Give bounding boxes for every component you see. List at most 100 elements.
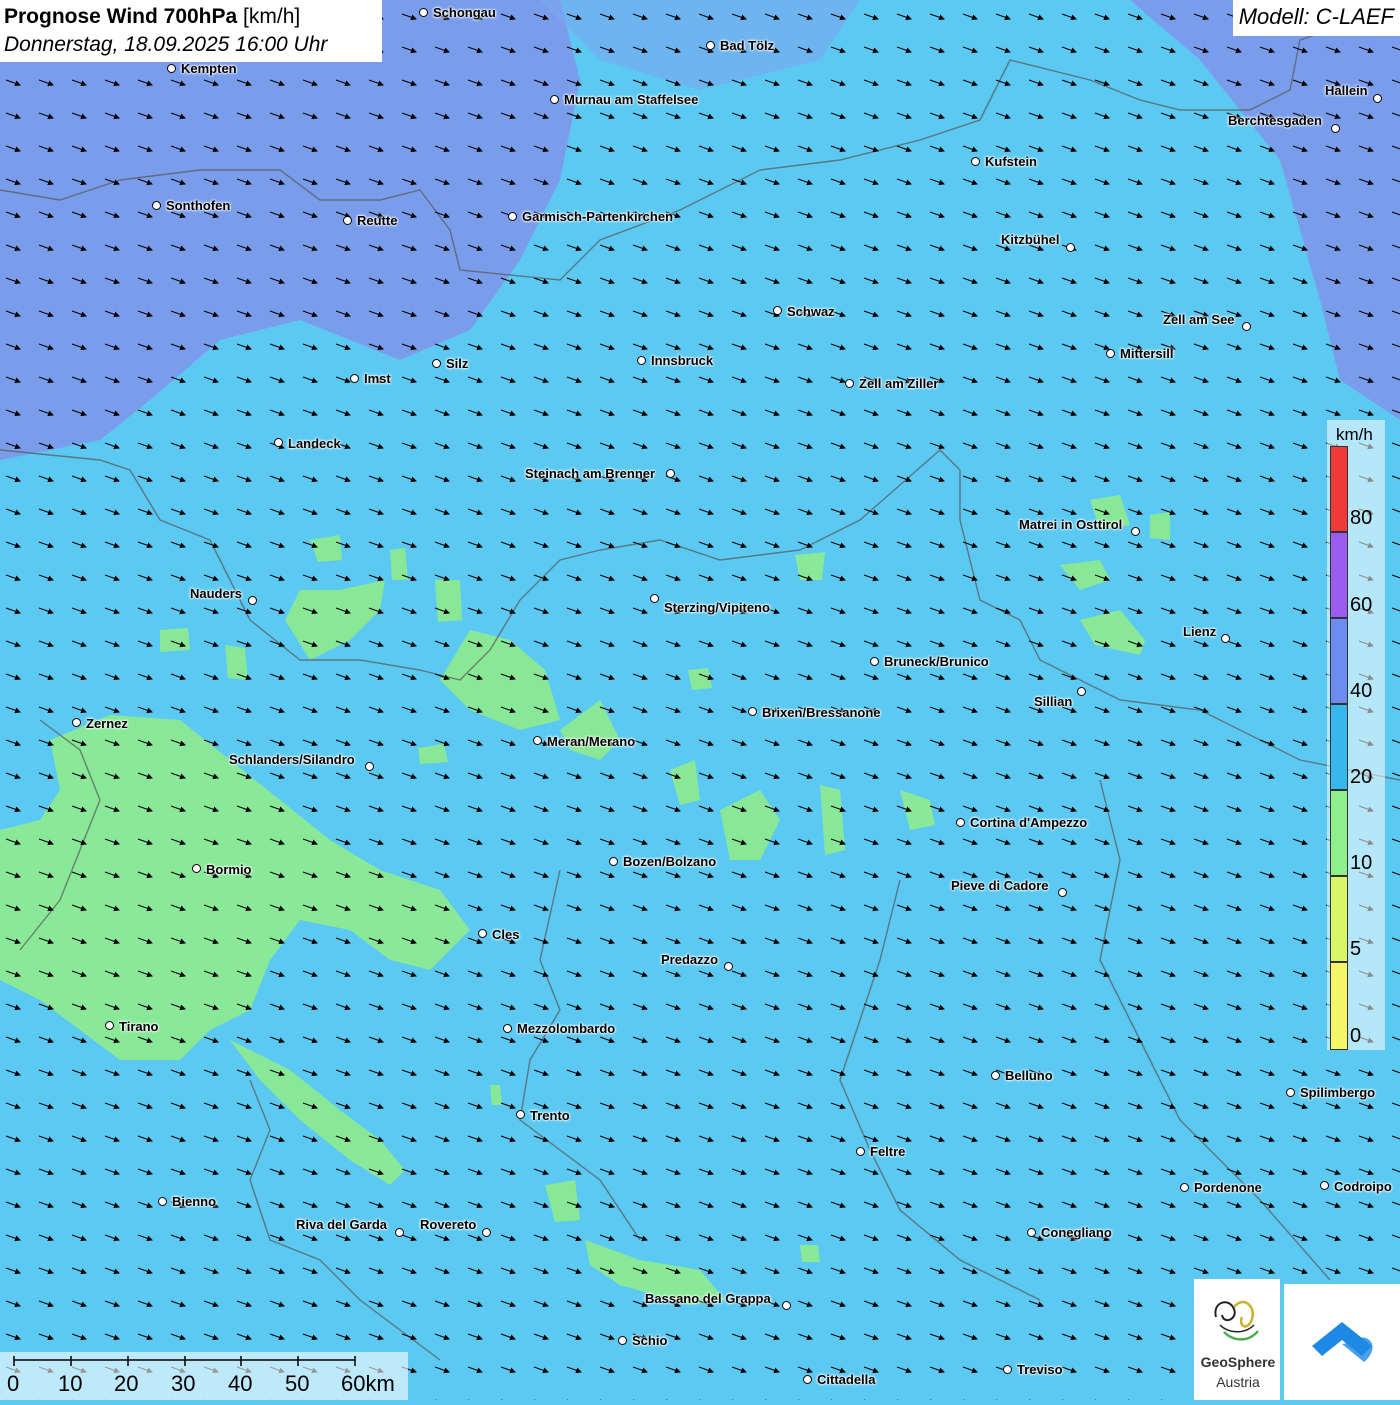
title-unit: [km/h] — [243, 5, 301, 28]
city-marker — [782, 1301, 791, 1310]
city-marker — [1027, 1228, 1036, 1237]
scale-label: 60km — [341, 1371, 395, 1396]
city-marker — [748, 707, 757, 716]
city-label: Lienz — [1183, 624, 1217, 639]
city-marker — [870, 657, 879, 666]
city-marker — [1058, 888, 1067, 897]
city-marker — [152, 201, 161, 210]
city-label: Feltre — [870, 1144, 906, 1159]
city-marker — [478, 929, 487, 938]
city-marker — [773, 306, 782, 315]
city-marker — [365, 762, 374, 771]
city-marker — [706, 41, 715, 50]
city-label: Sterzing/Vipiteno — [664, 600, 770, 615]
legend-bar-blue — [1330, 618, 1348, 704]
city-marker — [274, 438, 283, 447]
city-label: Riva del Garda — [296, 1217, 388, 1232]
city-label: Schwaz — [787, 304, 835, 319]
city-marker — [991, 1071, 1000, 1080]
legend-bar-purple — [1330, 532, 1348, 618]
city-marker — [105, 1021, 114, 1030]
legend-tick: 20 — [1350, 766, 1373, 788]
city-label: Innsbruck — [651, 353, 714, 368]
city-marker — [1003, 1365, 1012, 1374]
legend-tick: 10 — [1350, 852, 1373, 874]
austria-text: Austria — [1216, 1374, 1260, 1390]
city-label: Reutte — [357, 213, 398, 228]
city-label: Kufstein — [985, 154, 1037, 169]
city-marker — [395, 1228, 404, 1237]
scale-label: 20 — [114, 1371, 139, 1396]
city-label: Pieve di Cadore — [951, 878, 1049, 893]
city-marker — [248, 596, 257, 605]
city-marker — [971, 157, 980, 166]
city-label: Bienno — [172, 1194, 217, 1209]
app-logo[interactable] — [1284, 1284, 1400, 1400]
city-label: Conegliano — [1041, 1225, 1112, 1240]
city-marker — [1242, 322, 1251, 331]
city-label: Matrei in Osttirol — [1019, 517, 1123, 532]
city-label: Schongau — [433, 5, 496, 20]
city-label: Cittadella — [817, 1372, 876, 1387]
legend-bar-yellow — [1330, 962, 1348, 1050]
legend-bar-yellowgreen — [1330, 876, 1348, 962]
city-label: Kempten — [181, 61, 237, 76]
city-label: Berchtesgaden — [1228, 113, 1322, 128]
city-marker — [1286, 1088, 1295, 1097]
city-label: Murnau am Staffelsee — [564, 92, 699, 107]
city-marker — [350, 374, 359, 383]
legend-tick: 40 — [1350, 680, 1373, 702]
title-main: Prognose Wind 700hPa — [4, 5, 238, 28]
city-label: Nauders — [190, 586, 243, 601]
city-label: Schlanders/Silandro — [229, 752, 355, 767]
city-marker — [516, 1110, 525, 1119]
city-marker — [618, 1336, 627, 1345]
city-label: Zernez — [86, 716, 128, 731]
city-label: Hallein — [1325, 83, 1368, 98]
city-label: Bruneck/Brunico — [884, 654, 989, 669]
city-marker — [1221, 634, 1230, 643]
city-label: Rovereto — [420, 1217, 477, 1232]
city-marker — [609, 857, 618, 866]
city-marker — [845, 379, 854, 388]
city-marker — [1077, 687, 1086, 696]
legend-tick: 5 — [1350, 938, 1362, 960]
city-marker — [533, 736, 542, 745]
legend-tick: 60 — [1350, 594, 1373, 616]
city-label: Cortina d'Ampezzo — [970, 815, 1088, 830]
city-label: Bozen/Bolzano — [623, 854, 717, 869]
city-label: Spilimbergo — [1300, 1085, 1376, 1100]
city-marker — [72, 718, 81, 727]
city-label: Imst — [364, 371, 391, 386]
city-label: Codroipo — [1334, 1179, 1392, 1194]
city-marker — [1066, 243, 1075, 252]
city-marker — [666, 469, 675, 478]
cloud-arrow-icon — [1312, 1322, 1373, 1362]
city-marker — [1180, 1183, 1189, 1192]
city-marker — [724, 962, 733, 971]
legend-bar-cyan — [1330, 704, 1348, 790]
city-label: Mittersill — [1120, 346, 1174, 361]
city-marker — [650, 594, 659, 603]
legend-tick: 0 — [1350, 1025, 1362, 1047]
title-box: Prognose Wind 700hPa [km/h] Donnerstag, … — [0, 0, 382, 62]
city-marker — [482, 1228, 491, 1237]
city-label: Trento — [530, 1108, 570, 1123]
city-label: Landeck — [288, 436, 341, 451]
city-marker — [1131, 527, 1140, 536]
city-label: Bassano del Grappa — [645, 1291, 771, 1306]
legend-bar-green — [1330, 790, 1348, 876]
city-label: Steinach am Brenner — [525, 466, 656, 481]
city-marker — [432, 359, 441, 368]
city-label: Belluno — [1005, 1068, 1053, 1083]
scale-label: 10 — [58, 1371, 83, 1396]
city-label: Tirano — [119, 1019, 159, 1034]
city-marker — [1331, 124, 1340, 133]
city-marker — [158, 1197, 167, 1206]
scale-label: 40 — [228, 1371, 253, 1396]
city-label: Pordenone — [1194, 1180, 1262, 1195]
city-label: Mezzolombardo — [517, 1021, 616, 1036]
geosphere-icon — [1214, 1300, 1259, 1341]
city-label: Zell am Ziller — [859, 376, 939, 391]
city-label: Cles — [492, 927, 520, 942]
